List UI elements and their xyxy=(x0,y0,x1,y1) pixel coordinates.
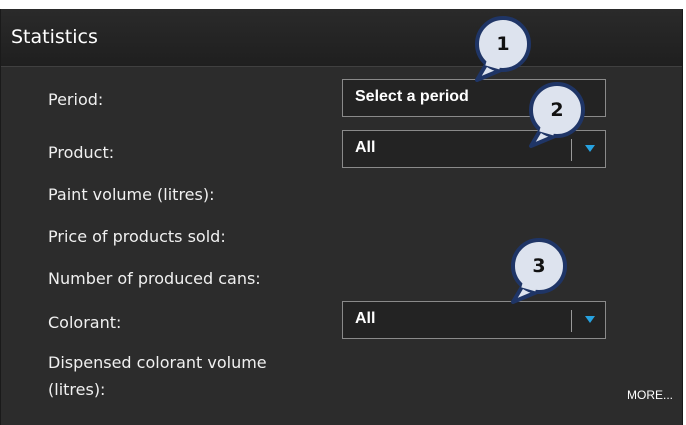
colorant-label: Colorant: xyxy=(48,313,122,332)
callout-3-number: 3 xyxy=(532,255,546,277)
period-label: Period: xyxy=(48,90,104,109)
callout-1-number: 1 xyxy=(496,33,510,55)
more-link[interactable]: MORE... xyxy=(627,388,673,402)
callout-2-number: 2 xyxy=(550,99,564,121)
chevron-down-icon[interactable] xyxy=(585,316,595,323)
callout-2-marker: 2 xyxy=(529,82,585,148)
paint-volume-label: Paint volume (litres): xyxy=(48,185,215,204)
produced-cans-label: Number of produced cans: xyxy=(48,269,261,288)
colorant-dropdown-value: All xyxy=(355,310,376,327)
callout-1-marker: 1 xyxy=(475,16,531,82)
dispensed-colorant-volume-label: Dispensed colorant volume xyxy=(48,353,267,372)
product-label: Product: xyxy=(48,143,115,162)
price-of-products-label: Price of products sold: xyxy=(48,227,226,246)
dispensed-colorant-volume-unit-label: (litres): xyxy=(48,380,106,399)
panel-header: Statistics xyxy=(1,9,682,67)
product-dropdown-value: All xyxy=(355,139,376,156)
period-picker-value: Select a period xyxy=(355,88,469,105)
statistics-panel: Statistics Period: Product: Paint volume… xyxy=(0,9,683,425)
dropdown-separator xyxy=(571,310,572,332)
callout-3-marker: 3 xyxy=(511,238,567,304)
panel-title: Statistics xyxy=(11,26,98,48)
